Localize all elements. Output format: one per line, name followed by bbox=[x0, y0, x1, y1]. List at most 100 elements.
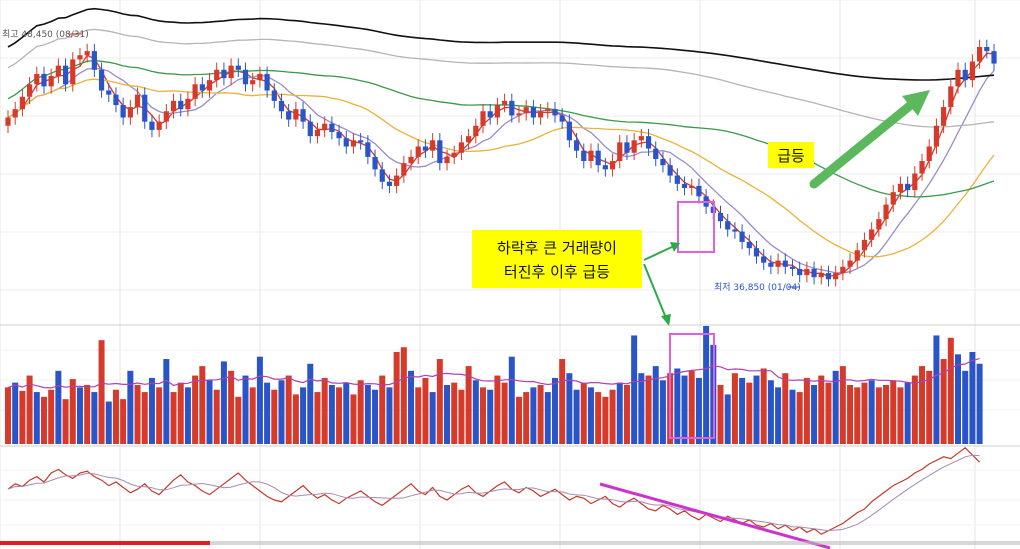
volume-bar bbox=[530, 387, 537, 444]
candle-body bbox=[26, 84, 33, 97]
volume-bar bbox=[458, 389, 465, 444]
volume-bar bbox=[681, 375, 688, 444]
candle-body bbox=[725, 221, 731, 230]
volume-bar bbox=[515, 396, 522, 444]
candle-body bbox=[509, 100, 515, 116]
volume-bar bbox=[350, 394, 357, 444]
stock-chart: 최고 48,450 (08/31) 최저 36,850 (01/04) 급등 하… bbox=[0, 0, 1020, 549]
candle-body bbox=[48, 76, 54, 87]
volume-bar bbox=[537, 385, 544, 444]
volume-bar bbox=[141, 392, 148, 444]
volume-bar bbox=[688, 370, 695, 444]
candle-body bbox=[897, 183, 904, 193]
candle-body bbox=[430, 140, 436, 151]
volume-bar bbox=[364, 385, 371, 444]
candle-body bbox=[948, 86, 954, 108]
note-arrow-down bbox=[643, 263, 667, 319]
ma-line-ma120 bbox=[7, 59, 995, 198]
volume-bar bbox=[84, 385, 91, 444]
volume-bar bbox=[163, 359, 170, 444]
volume-bar bbox=[170, 392, 177, 444]
candle-body bbox=[581, 150, 587, 162]
volume-bar bbox=[955, 354, 962, 444]
volume-bar bbox=[249, 387, 256, 444]
volume-bar bbox=[148, 377, 155, 444]
candle-body bbox=[62, 65, 69, 85]
candle-body bbox=[645, 136, 652, 149]
volume-bar bbox=[76, 387, 83, 444]
candle-body bbox=[617, 142, 623, 162]
candle-body bbox=[883, 204, 889, 220]
volume-bar bbox=[213, 389, 220, 444]
volume-bar bbox=[408, 370, 415, 444]
video-progress-bar bbox=[0, 541, 210, 545]
volume-bar bbox=[127, 370, 134, 444]
volume-bar bbox=[372, 389, 379, 444]
candle-body bbox=[833, 273, 839, 280]
candle-body bbox=[840, 266, 846, 274]
volume-bar bbox=[674, 368, 681, 444]
candle-body bbox=[379, 169, 385, 182]
volume-bar bbox=[112, 389, 119, 444]
candle-body bbox=[890, 192, 896, 205]
candle-body bbox=[77, 55, 83, 60]
volume-bar bbox=[969, 351, 976, 444]
candle-body bbox=[401, 163, 407, 176]
volume-bar bbox=[883, 385, 890, 444]
candle-body bbox=[782, 260, 788, 267]
volume-bar bbox=[134, 385, 141, 444]
candle-body bbox=[350, 140, 357, 147]
candle-body bbox=[559, 115, 565, 122]
volume-bar bbox=[796, 392, 803, 444]
volume-bar bbox=[12, 382, 19, 444]
volume-bar bbox=[962, 370, 969, 444]
candle-body bbox=[653, 148, 659, 159]
candle-body bbox=[566, 121, 572, 141]
candle-body bbox=[163, 111, 169, 122]
candle-body bbox=[797, 268, 803, 276]
volume-bar bbox=[292, 394, 299, 444]
volume-bar bbox=[695, 377, 702, 444]
volume-bar bbox=[544, 392, 551, 444]
volume-bar bbox=[767, 380, 774, 444]
volume-bar bbox=[919, 366, 926, 444]
candle-body bbox=[854, 250, 860, 261]
candle-body bbox=[480, 111, 486, 126]
candle-body bbox=[307, 121, 313, 137]
candle-body bbox=[98, 69, 105, 91]
candle-highlight-box bbox=[677, 201, 715, 253]
volume-bar bbox=[731, 373, 738, 444]
candle-body bbox=[530, 107, 536, 118]
volume-bar bbox=[631, 335, 638, 444]
candle-body bbox=[545, 109, 551, 112]
video-progress-track bbox=[210, 541, 1020, 545]
candle-body bbox=[365, 142, 371, 157]
candle-body bbox=[732, 229, 738, 232]
note-arrow-down-head bbox=[661, 314, 671, 326]
candle-body bbox=[300, 109, 306, 122]
candle-body bbox=[34, 73, 40, 85]
volume-bar bbox=[638, 373, 645, 444]
candle-body bbox=[869, 229, 875, 240]
note-arrow-up bbox=[643, 245, 675, 261]
candle-body bbox=[912, 173, 918, 191]
volume-bar bbox=[26, 375, 33, 444]
candle-body bbox=[847, 260, 853, 267]
candle-body bbox=[919, 161, 925, 174]
volume-bar bbox=[429, 392, 436, 444]
volume-bar bbox=[703, 326, 710, 444]
volume-bar bbox=[62, 399, 69, 444]
volume-bar bbox=[659, 380, 666, 444]
volume-bar bbox=[5, 387, 11, 444]
volume-bar bbox=[444, 385, 451, 444]
candle-body bbox=[516, 113, 522, 116]
candle-body bbox=[955, 69, 961, 87]
candle-body bbox=[286, 111, 292, 120]
volume-bar bbox=[55, 370, 62, 444]
candle-body bbox=[264, 73, 270, 91]
volume-bar bbox=[623, 385, 630, 444]
volume-bar bbox=[192, 375, 199, 444]
volume-bar bbox=[746, 382, 753, 444]
volume-bar bbox=[300, 387, 307, 444]
candle-body bbox=[329, 123, 335, 132]
